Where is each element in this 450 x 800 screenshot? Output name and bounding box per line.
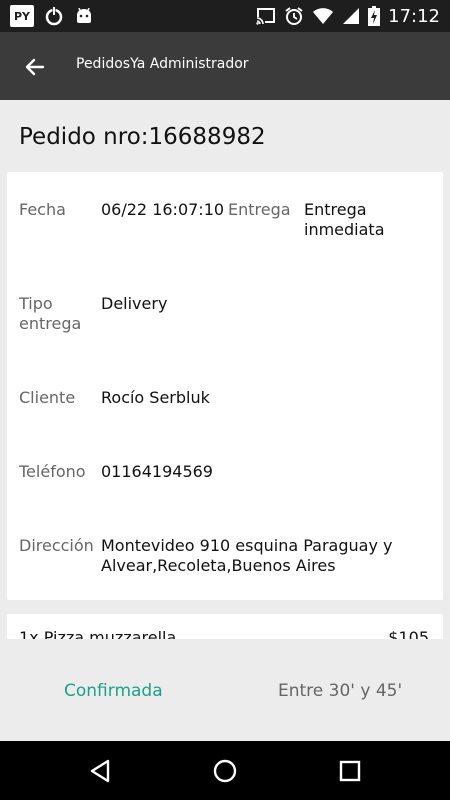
direccion-value: Montevideo 910 esquina Paraguay y Alvear… — [101, 536, 392, 576]
entrega-value-line1: Entrega — [304, 200, 367, 219]
status-bar: PY 17:12 — [0, 0, 450, 32]
battery-charging-icon — [368, 6, 381, 26]
order-item-name: 1x Pizza muzzarella — [19, 628, 177, 639]
fecha-label: Fecha — [19, 200, 66, 219]
bottom-actions: Confirmada Entre 30' y 45' — [0, 639, 450, 741]
order-items-card: 1x Pizza muzzarella $105 — [7, 614, 443, 639]
confirm-button[interactable]: Confirmada — [64, 681, 163, 701]
cliente-label: Cliente — [19, 388, 76, 407]
tipo-entrega-label: Tipo entrega — [19, 294, 81, 334]
direccion-label: Dirección — [19, 536, 94, 555]
order-info-card: Fecha 06/22 16:07:10 Entrega Entrega inm… — [7, 172, 443, 600]
recents-square-icon[interactable] — [336, 757, 364, 785]
home-circle-icon[interactable] — [211, 757, 239, 785]
android-icon — [77, 7, 91, 23]
back-triangle-icon[interactable] — [86, 757, 114, 785]
direccion-value-line1: Montevideo 910 esquina Paraguay y — [101, 536, 393, 555]
telefono-label: Teléfono — [19, 462, 86, 481]
app-title: PedidosYa Administrador — [76, 56, 249, 72]
alarm-icon — [285, 7, 303, 25]
signal-icon — [343, 8, 360, 24]
status-time: 17:12 — [388, 5, 440, 27]
cast-icon — [256, 8, 276, 25]
entrega-value: Entrega inmediata — [304, 200, 385, 240]
page-title: Pedido nro:16688982 — [19, 124, 266, 150]
tipo-entrega-value: Delivery — [101, 294, 168, 313]
py-badge-icon: PY — [10, 5, 34, 27]
delivery-time-button[interactable]: Entre 30' y 45' — [278, 681, 402, 701]
entrega-value-line2: inmediata — [304, 220, 385, 239]
fecha-value: 06/22 16:07:10 — [101, 200, 225, 219]
tipo-entrega-label-line2: entrega — [19, 314, 82, 333]
power-icon — [45, 7, 63, 26]
navigation-bar — [0, 741, 450, 800]
app-bar: PedidosYa Administrador — [0, 32, 450, 100]
entrega-label: Entrega — [228, 200, 291, 219]
telefono-value: 01164194569 — [101, 462, 213, 481]
order-detail-scroll[interactable]: Pedido nro:16688982 Fecha 06/22 16:07:10… — [0, 100, 450, 639]
tipo-entrega-label-line1: Tipo — [19, 294, 53, 313]
status-bar-notifications: PY — [10, 5, 94, 27]
arrow-left-icon — [25, 58, 45, 76]
cliente-value: Rocío Serbluk — [101, 388, 210, 407]
back-button[interactable] — [20, 52, 50, 82]
direccion-value-line2: Alvear,Recoleta,Buenos Aires — [101, 556, 336, 575]
status-bar-system-icons: 17:12 — [256, 4, 440, 28]
wifi-icon — [313, 8, 334, 24]
order-item-price: $105 — [388, 628, 429, 639]
